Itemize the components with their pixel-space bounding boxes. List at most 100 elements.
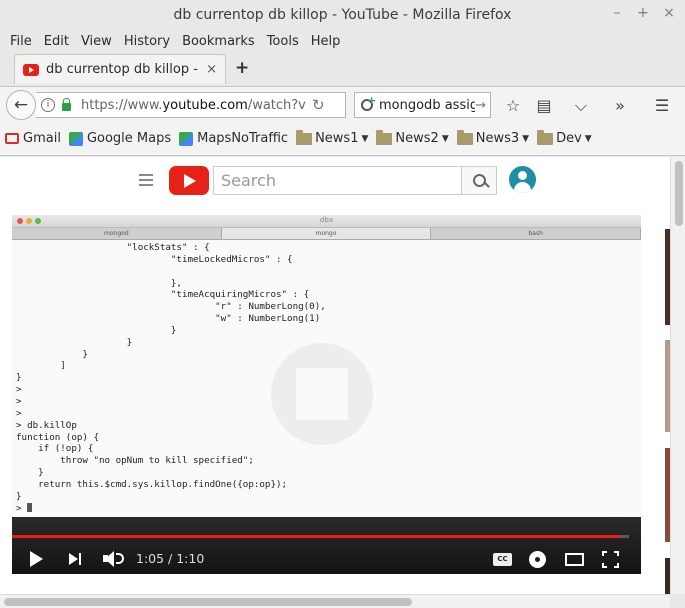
chevron-down-icon: ▼ — [361, 133, 369, 144]
vertical-scroll-thumb[interactable] — [675, 161, 683, 226]
chevron-down-icon: ▼ — [522, 133, 530, 144]
bookmark-folder-news2[interactable]: News2 ▼ — [376, 129, 449, 146]
terminal-line: > — [16, 407, 22, 419]
search-input[interactable]: mongodb assign — [379, 98, 475, 113]
bookmarks-toolbar: Gmail Google Maps MapsNoTraffic News1 ▼ N… — [0, 122, 685, 156]
horizontal-scroll-thumb[interactable] — [4, 598, 412, 606]
bookmark-folder-dev[interactable]: Dev ▼ — [537, 129, 592, 146]
terminal-line: "r" : NumberLong(0), — [16, 301, 326, 313]
hamburger-menu-icon[interactable]: ☰ — [652, 96, 672, 115]
youtube-logo[interactable] — [169, 166, 209, 195]
folder-icon — [456, 129, 473, 145]
nav-toolbar: ← i https://www.youtube.com/watch?v=l\ ↻… — [0, 86, 685, 122]
lock-icon[interactable] — [62, 98, 71, 111]
menu-help[interactable]: Help — [305, 34, 347, 49]
window-title: db currentop db killop - YouTube - Mozil… — [173, 7, 512, 23]
bookmark-google-maps[interactable]: Google Maps — [68, 131, 171, 146]
info-icon[interactable]: i — [41, 98, 55, 112]
tab-youtube[interactable]: db currentop db killop - Y… × — [14, 54, 226, 84]
new-tab-icon[interactable]: + — [235, 58, 249, 78]
back-button[interactable]: ← — [6, 90, 36, 120]
terminal-tab-mongod: mongod — [12, 228, 222, 239]
gmail-icon — [5, 133, 19, 144]
progress-played — [12, 535, 620, 538]
folder-icon — [376, 129, 393, 145]
next-icon[interactable] — [69, 553, 83, 565]
terminal-line: } — [16, 336, 133, 348]
menu-file[interactable]: File — [4, 34, 38, 49]
search-engine-icon[interactable] — [361, 94, 376, 112]
terminal-line: } — [16, 324, 177, 336]
menu-bookmarks[interactable]: Bookmarks — [176, 34, 261, 49]
minimize-icon[interactable]: – — [609, 5, 625, 21]
terminal-line: ] — [16, 360, 66, 372]
guide-menu-icon[interactable] — [139, 174, 153, 186]
menu-bar: File Edit View History Bookmarks Tools H… — [0, 30, 685, 52]
youtube-search-button[interactable] — [461, 166, 497, 195]
youtube-search-input[interactable]: Search — [213, 166, 462, 195]
settings-gear-icon[interactable] — [529, 551, 546, 568]
menu-tools[interactable]: Tools — [261, 34, 305, 49]
terminal-line: if (!op) { — [16, 443, 94, 455]
time-display: 1:05 / 1:10 — [136, 551, 205, 566]
scrollbar-corner — [670, 594, 685, 608]
terminal-line: "w" : NumberLong(1) — [16, 313, 321, 325]
bookmark-mapsnotraffic[interactable]: MapsNoTraffic — [179, 131, 288, 146]
progress-bar[interactable] — [12, 535, 629, 538]
terminal-line: "lockStats" : { — [16, 242, 210, 253]
horizontal-scrollbar[interactable] — [0, 594, 670, 608]
library-icon[interactable]: ▤ — [534, 96, 554, 115]
terminal-line: "timeAcquiringMicros" : { — [16, 289, 310, 301]
close-icon[interactable]: × — [661, 5, 677, 21]
bookmark-star-icon[interactable]: ☆ — [503, 96, 523, 115]
window-titlebar: db currentop db killop - YouTube - Mozil… — [0, 0, 685, 30]
terminal-line: throw "no opNum to kill specified"; — [16, 455, 254, 467]
video-frame-terminal: dba mongod mongo bash "lockStats" : { "t… — [12, 215, 641, 517]
terminal-tab-bash: bash — [431, 228, 641, 239]
menu-edit[interactable]: Edit — [38, 34, 75, 49]
window-controls: – + × — [609, 5, 677, 21]
bookmark-gmail[interactable]: Gmail — [5, 131, 61, 146]
terminal-line: } — [16, 490, 22, 502]
play-icon[interactable] — [30, 551, 43, 567]
youtube-header: Search — [0, 157, 670, 205]
back-arrow-icon: ← — [13, 95, 29, 115]
menu-view[interactable]: View — [75, 34, 118, 49]
terminal-titlebar: dba — [12, 215, 641, 228]
overflow-chevron-icon[interactable]: » — [610, 96, 630, 115]
folder-icon — [537, 129, 554, 145]
theater-mode-icon[interactable] — [565, 553, 584, 566]
pocket-icon[interactable]: ⌵ — [571, 96, 591, 116]
tab-close-icon[interactable]: × — [206, 62, 217, 77]
captions-icon[interactable]: CC — [493, 553, 512, 566]
maps-icon — [179, 131, 194, 146]
bookmark-folder-news3[interactable]: News3 ▼ — [456, 129, 530, 146]
bookmark-folder-news1[interactable]: News1 ▼ — [296, 129, 369, 146]
vertical-scrollbar[interactable] — [670, 157, 685, 594]
terminal-line: } — [16, 467, 44, 479]
fullscreen-icon[interactable] — [602, 551, 619, 568]
chevron-down-icon: ▼ — [584, 133, 592, 144]
url-text[interactable]: https://www.youtube.com/watch?v=l\ — [81, 98, 306, 113]
search-bar[interactable]: mongodb assign → — [354, 92, 491, 118]
folder-icon — [296, 129, 313, 145]
terminal-line: > — [16, 384, 22, 396]
url-bar[interactable]: i https://www.youtube.com/watch?v=l\ ↻ — [36, 92, 346, 118]
terminal-tabs: mongod mongo bash — [12, 228, 641, 240]
terminal-title: dba — [319, 216, 334, 224]
youtube-favicon-icon — [23, 63, 39, 76]
maps-icon — [68, 131, 83, 146]
chevron-down-icon: ▼ — [441, 133, 449, 144]
terminal-line: "timeLockedMicros" : { — [16, 253, 293, 265]
reload-icon[interactable]: ↻ — [312, 96, 325, 114]
video-player[interactable]: dba mongod mongo bash "lockStats" : { "t… — [12, 215, 641, 574]
search-go-icon[interactable]: → — [475, 98, 486, 113]
maximize-icon[interactable]: + — [635, 5, 651, 21]
tab-label: db currentop db killop - Y… — [46, 62, 200, 77]
loading-spinner-icon — [271, 343, 373, 445]
terminal-line: > db.killOp — [16, 419, 77, 431]
tab-strip: db currentop db killop - Y… × + — [0, 54, 685, 86]
menu-history[interactable]: History — [118, 34, 176, 49]
avatar[interactable] — [509, 166, 536, 193]
terminal-line: }, — [16, 277, 182, 289]
